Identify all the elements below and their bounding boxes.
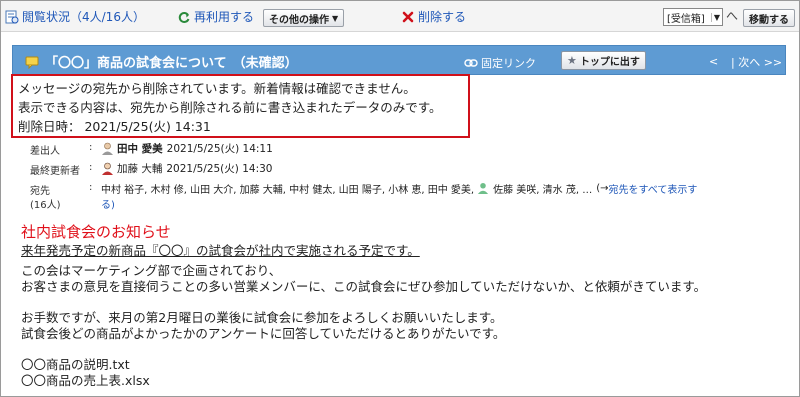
deleted-notice: メッセージの宛先から削除されています。新着情報は確認できません。 表示できる内容… (11, 74, 470, 138)
user-avatar-icon (477, 182, 490, 196)
star-icon: ★ (567, 54, 577, 67)
reuse-label[interactable]: 再利用する (194, 8, 254, 25)
sender-time: 2021/5/25(火) 14:11 (166, 143, 273, 155)
recipients-label: 宛先 (30, 186, 50, 197)
body-line-3: お客さまの意見を直接伺うことの多い営業メンバーに、この試食会にぜひ参加していただ… (21, 279, 707, 294)
sender-value: 田中 愛美 2021/5/25(火) 14:11 (101, 141, 273, 156)
dropdown-arrow-icon: ▼ (332, 13, 339, 23)
recipients-count: (16人) (30, 200, 61, 211)
updater-time: 2021/5/25(火) 14:30 (166, 163, 273, 175)
fixed-link-label: 固定リンク (481, 57, 536, 70)
updater-value: 加藤 大輔 2021/5/25(火) 14:30 (101, 161, 272, 176)
folder-select[interactable]: [受信箱] ▼ (663, 8, 723, 26)
message-icon (25, 54, 39, 73)
other-operations-label: その他の操作 (269, 14, 329, 26)
read-status-label[interactable]: 閲覧状況（4人/16人） (22, 8, 145, 25)
delete-x-icon (401, 10, 415, 24)
folder-select-value: [受信箱] (667, 13, 705, 25)
next-link[interactable]: | 次へ >> (731, 54, 782, 70)
updater-label: 最終更新者 (30, 166, 80, 177)
recipients-line-1: 中村 裕子, 木村 修, 山田 大介, 加藤 大輔, 中村 健太, 山田 陽子,… (101, 181, 697, 196)
sender-label: 差出人 (30, 146, 60, 157)
message-header: 「〇〇」商品の試食会について （未確認） 固定リンク ★ トップに出す < | 次… (12, 45, 786, 75)
prev-link[interactable]: < (709, 55, 718, 68)
sender-name[interactable]: 田中 愛美 (117, 141, 163, 156)
updater-colon: : (89, 162, 93, 173)
fixed-link[interactable]: 固定リンク (464, 55, 536, 71)
reuse-icon (177, 10, 191, 24)
read-status-link[interactable]: 閲覧状況（4人/16人） (5, 8, 145, 25)
user-avatar-icon (101, 142, 114, 156)
recipients-list: 中村 裕子, 木村 修, 山田 大介, 加藤 大輔, 中村 健太, 山田 陽子,… (101, 185, 475, 196)
delete-label[interactable]: 削除する (418, 8, 466, 25)
recipients-colon: : (89, 182, 93, 193)
toolbar: 閲覧状況（4人/16人） 再利用する その他の操作 ▼ 削除する [受信箱] ▼… (1, 1, 799, 32)
pin-to-top-button[interactable]: ★ トップに出す (561, 51, 646, 70)
select-arrow-icon: ▼ (710, 12, 720, 22)
move-arrow-icon: へ (726, 9, 739, 23)
show-all-prefix: (→ (596, 183, 609, 194)
body-line-1: 来年発売予定の新商品『〇〇』の試食会が社内で実施される予定です。 (21, 243, 420, 258)
show-all-recipients-link-cont[interactable]: る) (101, 196, 115, 211)
body-heading: 社内試食会のお知らせ (21, 223, 171, 241)
read-status-icon (5, 10, 19, 24)
notice-deleted-date: 削除日時： 2021/5/25(火) 14:31 (18, 119, 211, 134)
notice-line-2: 表示できる内容は、宛先から削除される前に書き込まれたデータのみです。 (18, 100, 442, 115)
notice-line-1: メッセージの宛先から削除されています。新着情報は確認できません。 (18, 81, 416, 96)
delete-link[interactable]: 削除する (401, 8, 466, 25)
move-button-label: 移動する (749, 14, 789, 26)
recipients-list-more: 佐藤 美咲, 清水 茂, … (493, 185, 593, 196)
updater-name[interactable]: 加藤 大輔 (117, 161, 162, 176)
message-status: （未確認） (232, 56, 298, 71)
pin-to-top-label: トップに出す (579, 57, 640, 68)
link-icon (464, 57, 478, 70)
show-all-recipients-link[interactable]: 宛先をすべて表示す (608, 181, 697, 196)
user-avatar-icon (101, 162, 114, 176)
message-title: 「〇〇」商品の試食会について （未確認） (45, 52, 298, 71)
reuse-link[interactable]: 再利用する (177, 8, 254, 25)
message-title-text: 「〇〇」商品の試食会について (45, 56, 227, 71)
attachment-file-2[interactable]: 〇〇商品の売上表.xlsx (21, 370, 150, 389)
body-line-5: 試食会後どの商品がよかったかのアンケートに回答していただけるとありがたいです。 (21, 326, 506, 341)
move-button[interactable]: 移動する (743, 9, 795, 27)
other-operations-button[interactable]: その他の操作 ▼ (263, 9, 345, 27)
sender-colon: : (89, 142, 93, 153)
